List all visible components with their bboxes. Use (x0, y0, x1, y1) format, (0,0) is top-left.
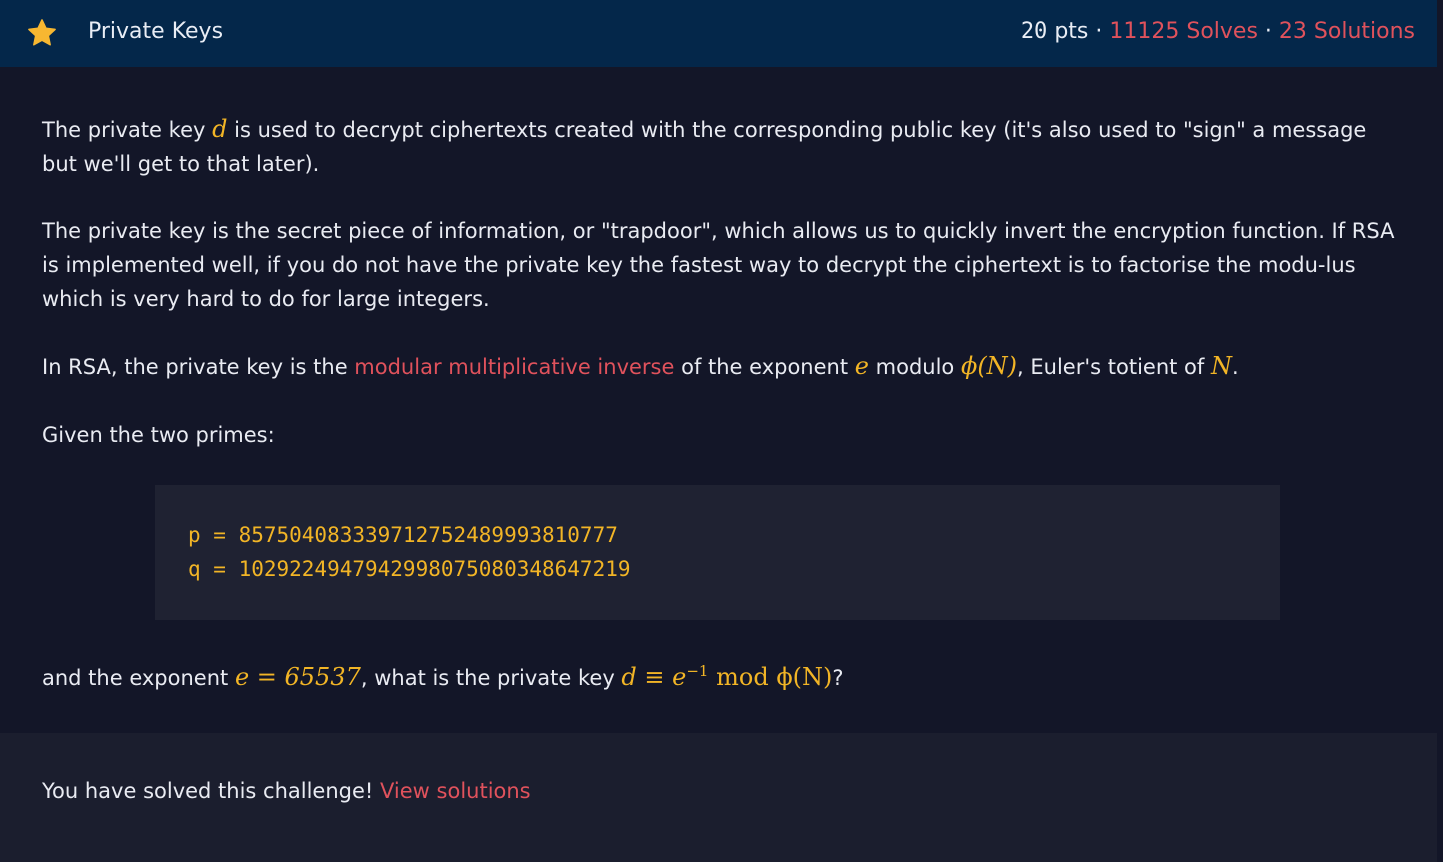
math-superscript: −1 (686, 662, 709, 680)
text: , Euler's totient of (1017, 355, 1211, 379)
text: , what is the private key (360, 666, 622, 690)
paragraph-rsa: In RSA, the private key is the modular m… (42, 349, 1402, 384)
text: of the exponent (674, 355, 855, 379)
solved-message: You have solved this challenge! View sol… (42, 779, 531, 803)
text: and the exponent (42, 666, 235, 690)
solutions-link[interactable]: 23 Solutions (1279, 19, 1415, 44)
separator: · (1095, 19, 1103, 44)
points-suffix: pts (1054, 19, 1089, 44)
paragraph-private-key: The private key d is used to decrypt cip… (42, 112, 1402, 181)
solved-footer: You have solved this challenge! View sol… (0, 733, 1437, 862)
paragraph-primes: Given the two primes: (42, 423, 275, 447)
math-phi-n: ϕ(N) (960, 352, 1018, 380)
code-line-q: q = 1029224947942998075080348647219 (188, 557, 631, 581)
text: is used to decrypt ciphertexts created w… (42, 118, 1367, 176)
text: The private key (42, 118, 213, 142)
star-icon[interactable] (25, 17, 59, 49)
text: ? (832, 666, 844, 690)
challenge-header: Private Keys 20 pts · 11125 Solves · 23 … (0, 0, 1437, 67)
modular-inverse-link[interactable]: modular multiplicative inverse (354, 355, 674, 379)
view-solutions-link[interactable]: View solutions (380, 779, 531, 803)
math-d-equiv: d ≡ e (621, 663, 687, 691)
text: You have solved this challenge! (42, 779, 381, 803)
separator: · (1264, 19, 1272, 44)
text: In RSA, the private key is the (42, 355, 355, 379)
text: modulo (868, 355, 961, 379)
paragraph-trapdoor: The private key is the secret piece of i… (42, 219, 1395, 311)
solves-link[interactable]: 11125 Solves (1109, 19, 1258, 44)
code-line-p: p = 857504083339712752489993810777 (188, 523, 618, 547)
code-block: p = 857504083339712752489993810777 q = 1… (155, 485, 1280, 620)
challenge-meta: 20 pts · 11125 Solves · 23 Solutions (1021, 19, 1415, 44)
math-e-value: e = 65537 (234, 663, 361, 691)
math-e: e (854, 352, 869, 380)
math-n: N (1210, 352, 1232, 380)
math-d: d (212, 115, 228, 143)
points-value: 20 (1020, 19, 1048, 44)
math-mod: mod ϕ(N) (708, 663, 833, 691)
paragraph-exponent: and the exponent e = 65537, what is the … (42, 654, 1402, 695)
scrollbar[interactable] (1437, 0, 1443, 862)
text: . (1231, 355, 1239, 379)
challenge-title: Private Keys (88, 19, 224, 44)
